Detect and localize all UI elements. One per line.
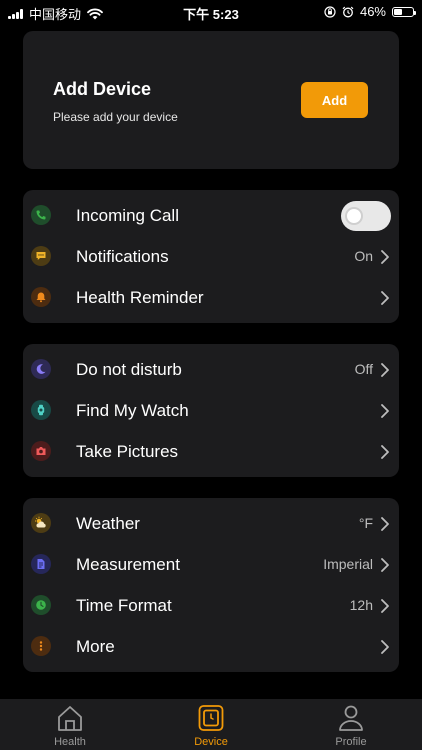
status-bar: 中国移动 下午 5:23 46%: [0, 0, 422, 24]
watch-icon: [31, 400, 51, 420]
weather-icon: [31, 513, 51, 533]
time-format-value: 12h: [349, 597, 373, 613]
tab-profile-label: Profile: [335, 736, 367, 748]
more-label: More: [76, 637, 115, 656]
chevron-right-icon: [381, 404, 389, 418]
battery-level: [394, 8, 402, 15]
health-reminder-label: Health Reminder: [76, 288, 204, 307]
tab-device-label: Device: [194, 736, 228, 748]
alarm-icon: [342, 6, 354, 17]
phone-icon: [31, 205, 51, 225]
chevron-right-icon: [381, 517, 389, 531]
health-reminder-row[interactable]: Health Reminder: [23, 277, 399, 318]
measurement-label: Measurement: [76, 555, 180, 574]
moon-icon: [31, 359, 51, 379]
find-my-watch-row[interactable]: Find My Watch: [23, 390, 399, 431]
time-format-row[interactable]: Time Format 12h: [23, 585, 399, 626]
battery-icon: [392, 6, 416, 17]
add-device-subtitle: Please add your device: [53, 110, 178, 124]
chevron-right-icon: [381, 599, 389, 613]
chevron-right-icon: [381, 291, 389, 305]
toggle-knob: [345, 207, 363, 225]
notifications-row[interactable]: Notifications On: [23, 236, 399, 277]
clock-icon: [31, 595, 51, 615]
camera-icon: [31, 441, 51, 461]
settings-group-alerts: Incoming Call Notifications On Health Re…: [23, 190, 399, 323]
chevron-right-icon: [381, 363, 389, 377]
do-not-disturb-label: Do not disturb: [76, 360, 182, 379]
status-bar-right: 46%: [324, 4, 416, 19]
bell-icon: [31, 287, 51, 307]
tab-profile[interactable]: Profile: [301, 699, 401, 750]
tab-health-label: Health: [54, 736, 86, 748]
chevron-right-icon: [381, 445, 389, 459]
ruler-icon: [31, 554, 51, 574]
measurement-row[interactable]: Measurement Imperial: [23, 544, 399, 585]
settings-group-watch: Do not disturb Off Find My Watch Take Pi…: [23, 344, 399, 477]
notifications-label: Notifications: [76, 247, 169, 266]
incoming-call-toggle[interactable]: [341, 201, 391, 231]
tab-bar: Health Device Profile: [0, 699, 422, 750]
weather-value: °F: [358, 515, 373, 531]
chevron-right-icon: [381, 640, 389, 654]
settings-group-preferences: Weather °F Measurement Imperial Time For…: [23, 498, 399, 672]
chevron-right-icon: [381, 250, 389, 264]
take-pictures-label: Take Pictures: [76, 442, 179, 461]
measurement-value: Imperial: [323, 556, 373, 572]
chevron-right-icon: [381, 558, 389, 572]
time-format-label: Time Format: [76, 596, 172, 615]
do-not-disturb-value: Off: [354, 361, 373, 377]
battery-percent: 46%: [359, 4, 386, 19]
take-pictures-row[interactable]: Take Pictures: [23, 431, 399, 472]
more-icon: [31, 636, 51, 656]
message-icon: [31, 246, 51, 266]
add-device-button[interactable]: Add: [301, 82, 368, 118]
weather-row[interactable]: Weather °F: [23, 503, 399, 544]
incoming-call-label: Incoming Call: [76, 206, 179, 225]
find-my-watch-label: Find My Watch: [76, 401, 189, 420]
add-device-card: Add Device Please add your device Add: [23, 31, 399, 169]
incoming-call-row[interactable]: Incoming Call: [23, 195, 399, 236]
notifications-value: On: [354, 248, 373, 264]
more-row[interactable]: More: [23, 626, 399, 667]
tab-device[interactable]: Device: [161, 699, 261, 750]
do-not-disturb-row[interactable]: Do not disturb Off: [23, 349, 399, 390]
person-icon: [339, 705, 363, 731]
tab-health[interactable]: Health: [20, 699, 120, 750]
weather-label: Weather: [76, 514, 140, 533]
add-device-title: Add Device: [53, 79, 152, 99]
orientation-lock-icon: [324, 5, 336, 18]
home-icon: [58, 706, 82, 731]
device-watch-icon: [198, 705, 224, 731]
